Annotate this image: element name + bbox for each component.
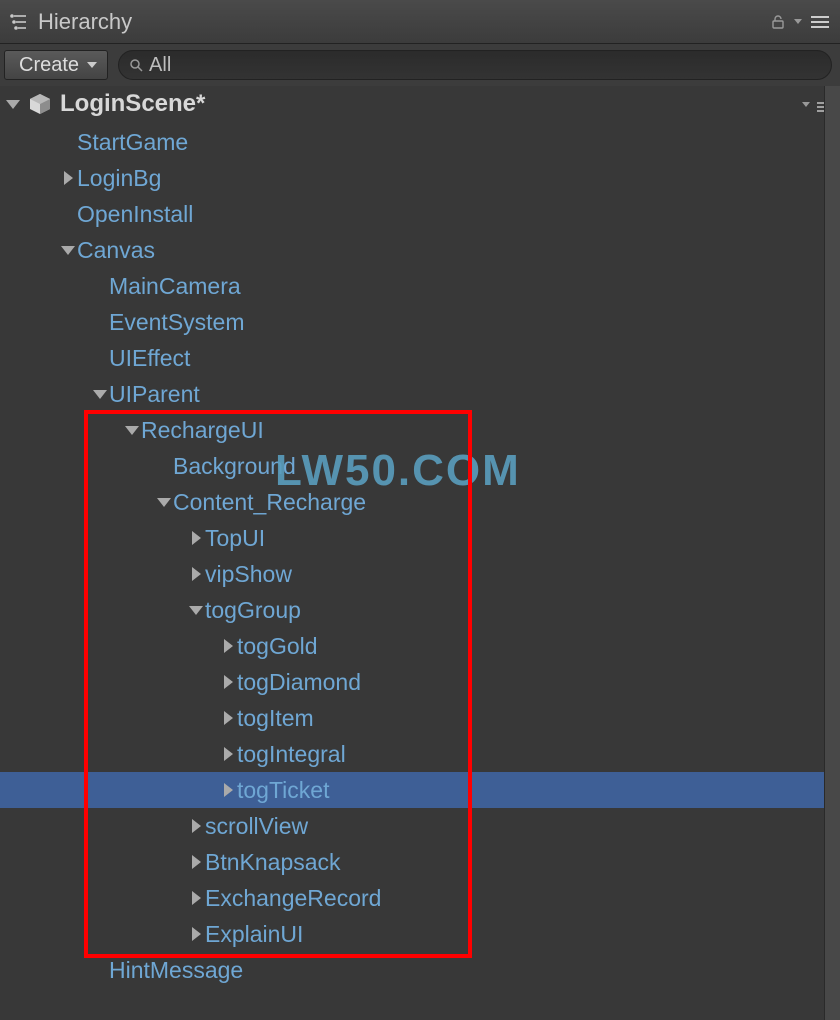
scrollbar-track[interactable] (824, 86, 840, 1020)
tree-row[interactable]: togGroup (0, 592, 840, 628)
tree-item-label: MainCamera (109, 273, 241, 300)
tree-row[interactable]: ExplainUI (0, 916, 840, 952)
tree-item-label: scrollView (205, 813, 308, 840)
tree-row[interactable]: ExchangeRecord (0, 880, 840, 916)
tree-row[interactable]: OpenInstall (0, 196, 840, 232)
foldout-right-icon[interactable] (187, 531, 205, 545)
panel-title: Hierarchy (38, 9, 770, 35)
create-label: Create (19, 54, 79, 77)
tree-item-label: BtnKnapsack (205, 849, 341, 876)
hierarchy-tree: StartGame LoginBg OpenInstall Canvas MainCam… (0, 122, 840, 988)
tree-item-label: togGroup (205, 597, 301, 624)
tree-item-label: togDiamond (237, 669, 361, 696)
tree-item-label: HintMessage (109, 957, 243, 984)
foldout-right-icon[interactable] (187, 855, 205, 869)
tree-row[interactable]: togDiamond (0, 664, 840, 700)
tree-item-label: EventSystem (109, 309, 245, 336)
tree-item-label: togGold (237, 633, 318, 660)
tree-row[interactable]: togIntegral (0, 736, 840, 772)
foldout-down-icon[interactable] (6, 100, 20, 109)
foldout-down-icon[interactable] (91, 390, 109, 399)
foldout-right-icon[interactable] (187, 567, 205, 581)
foldout-right-icon[interactable] (59, 171, 77, 185)
tree-row[interactable]: Content_Recharge (0, 484, 840, 520)
hierarchy-icon (10, 12, 30, 32)
tree-item-label: UIParent (109, 381, 200, 408)
tree-row[interactable]: BtnKnapsack (0, 844, 840, 880)
foldout-right-icon[interactable] (219, 747, 237, 761)
tree-item-label: OpenInstall (77, 201, 193, 228)
foldout-right-icon[interactable] (187, 927, 205, 941)
tree-row[interactable]: UIEffect (0, 340, 840, 376)
tree-row[interactable]: EventSystem (0, 304, 840, 340)
scene-header[interactable]: LoginScene* (0, 86, 840, 122)
tree-row[interactable]: TopUI (0, 520, 840, 556)
search-filter-label: All (149, 54, 171, 77)
tree-item-label: RechargeUI (141, 417, 264, 444)
tree-item-label: ExchangeRecord (205, 885, 381, 912)
tree-row[interactable]: LoginBg (0, 160, 840, 196)
foldout-down-icon[interactable] (187, 606, 205, 615)
tree-item-label: LoginBg (77, 165, 161, 192)
tree-row[interactable]: scrollView (0, 808, 840, 844)
tree-row[interactable]: togTicket (0, 772, 840, 808)
tree-row[interactable]: UIParent (0, 376, 840, 412)
tree-row[interactable]: StartGame (0, 124, 840, 160)
tree-item-label: StartGame (77, 129, 188, 156)
lock-icon[interactable] (770, 14, 786, 30)
tree-item-label: togItem (237, 705, 314, 732)
tree-row[interactable]: Background (0, 448, 840, 484)
chevron-down-icon[interactable] (802, 102, 810, 107)
chevron-down-icon[interactable] (794, 19, 802, 24)
tree-item-label: UIEffect (109, 345, 190, 372)
create-button[interactable]: Create (4, 50, 108, 80)
search-input[interactable]: All (118, 50, 832, 80)
tree-item-label: TopUI (205, 525, 265, 552)
menu-icon[interactable] (810, 15, 830, 29)
hierarchy-titlebar: Hierarchy (0, 0, 840, 44)
tree-row[interactable]: RechargeUI (0, 412, 840, 448)
chevron-down-icon (87, 62, 97, 68)
tree-item-label: togTicket (237, 777, 329, 804)
scene-name: LoginScene* (60, 90, 802, 118)
search-icon (129, 58, 143, 72)
tree-row[interactable]: vipShow (0, 556, 840, 592)
foldout-right-icon[interactable] (219, 675, 237, 689)
tree-row[interactable]: togItem (0, 700, 840, 736)
tree-item-label: ExplainUI (205, 921, 303, 948)
foldout-right-icon[interactable] (219, 711, 237, 725)
tree-item-label: vipShow (205, 561, 292, 588)
foldout-down-icon[interactable] (123, 426, 141, 435)
tree-item-label: togIntegral (237, 741, 346, 768)
tree-row[interactable]: HintMessage (0, 952, 840, 988)
foldout-down-icon[interactable] (155, 498, 173, 507)
unity-logo-icon (28, 92, 52, 116)
foldout-down-icon[interactable] (59, 246, 77, 255)
tree-row[interactable]: togGold (0, 628, 840, 664)
hierarchy-toolbar: Create All (0, 44, 840, 86)
tree-row[interactable]: MainCamera (0, 268, 840, 304)
tree-row[interactable]: Canvas (0, 232, 840, 268)
foldout-right-icon[interactable] (219, 639, 237, 653)
tree-item-label: Background (173, 453, 296, 480)
foldout-right-icon[interactable] (187, 819, 205, 833)
tree-item-label: Canvas (77, 237, 155, 264)
foldout-right-icon[interactable] (219, 783, 237, 797)
tree-item-label: Content_Recharge (173, 489, 366, 516)
foldout-right-icon[interactable] (187, 891, 205, 905)
